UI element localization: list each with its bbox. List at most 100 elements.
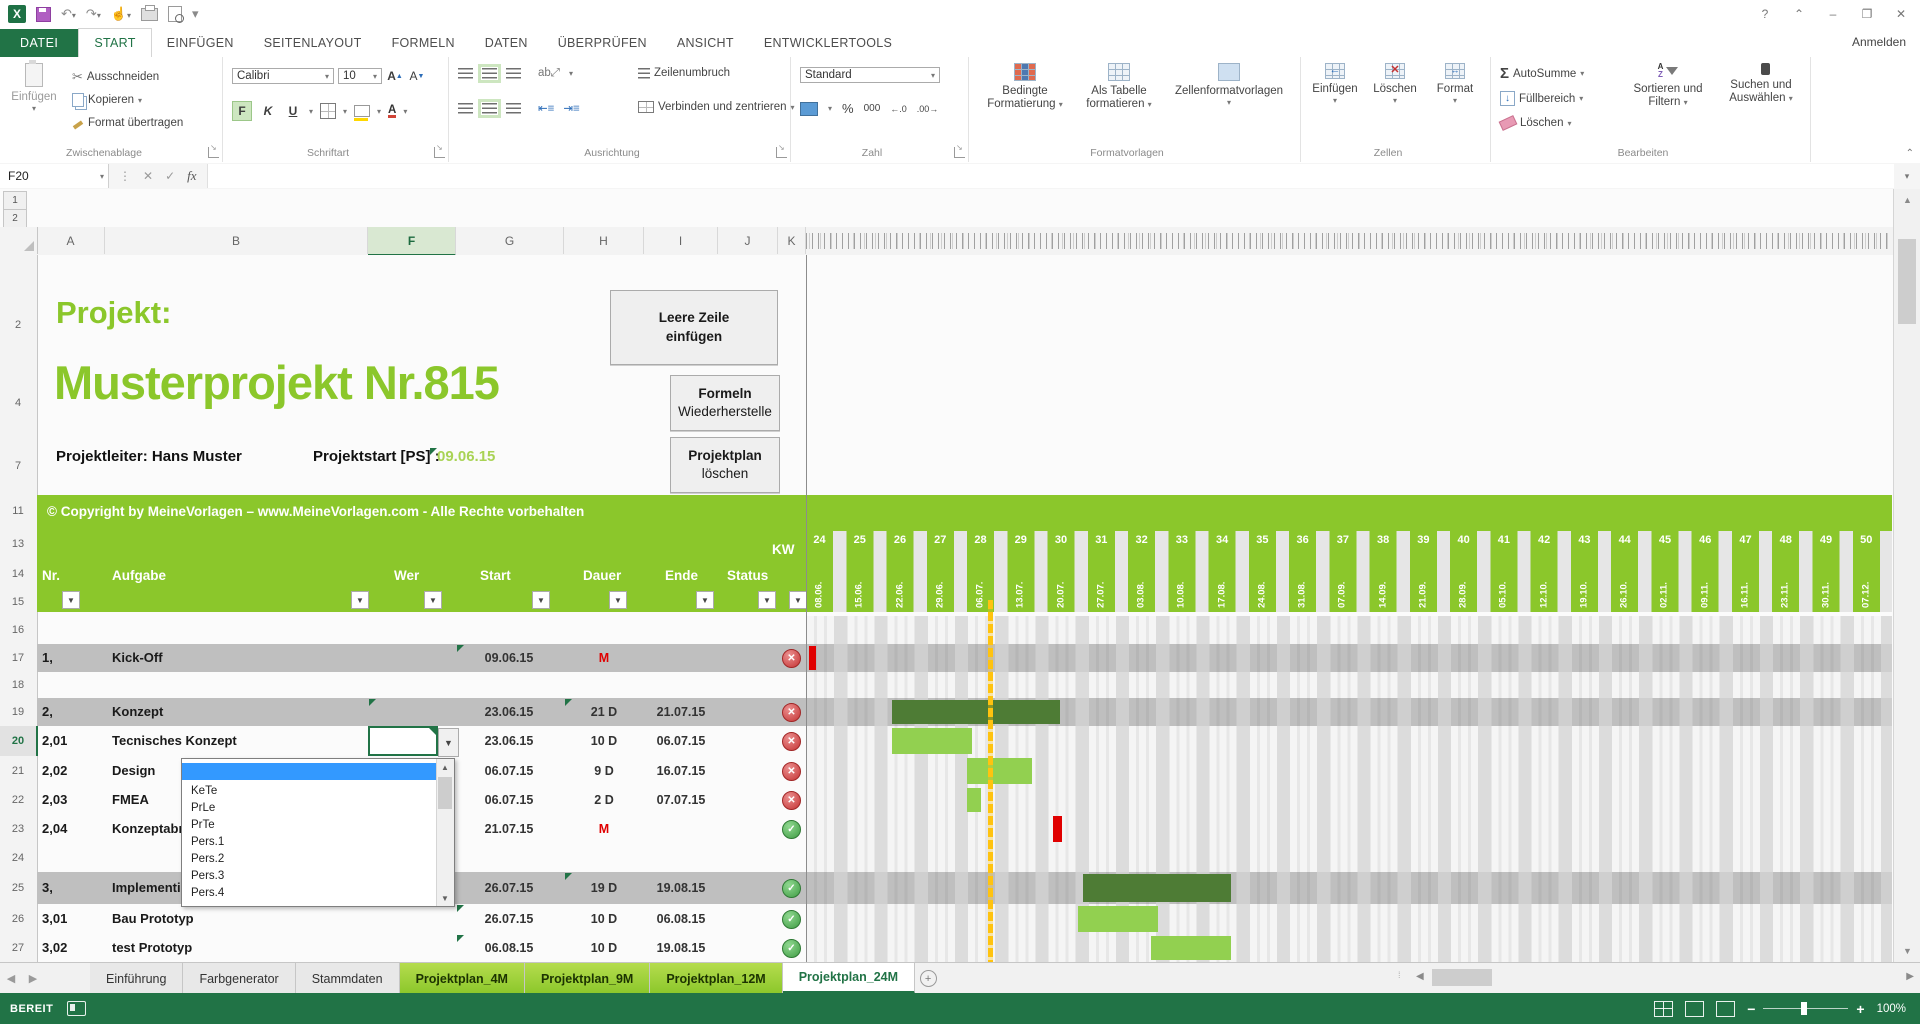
- row-header-25[interactable]: 25: [0, 872, 36, 904]
- gantt-bar-row-27-light[interactable]: [1151, 936, 1231, 960]
- gantt-bar-row-22-light[interactable]: [967, 788, 981, 812]
- column-header-F[interactable]: F: [368, 227, 456, 256]
- qat-customize-icon[interactable]: ▾: [192, 6, 199, 22]
- align-top-icon[interactable]: [458, 68, 473, 79]
- dropdown-item-Pers.3[interactable]: Pers.3: [182, 867, 436, 884]
- decrease-decimal-icon[interactable]: .00→: [917, 104, 939, 114]
- font-family-select[interactable]: Calibri▾: [232, 68, 334, 84]
- tab-entwicklertools[interactable]: ENTWICKLERTOOLS: [749, 29, 907, 57]
- page-break-view-icon[interactable]: [1716, 1001, 1735, 1017]
- increase-decimal-icon[interactable]: ←.0: [890, 104, 907, 114]
- row-header-2[interactable]: 2: [0, 285, 36, 365]
- sheet-tab-Projektplan_4M[interactable]: Projektplan_4M: [400, 963, 525, 994]
- row-header-14[interactable]: 14: [0, 560, 36, 588]
- align-bottom-icon[interactable]: [506, 68, 521, 79]
- fill-color-icon[interactable]: [354, 105, 370, 117]
- paste-button[interactable]: Einfügen▾: [6, 63, 62, 113]
- gantt-bar-row-25-dark[interactable]: [1083, 874, 1231, 902]
- percent-icon[interactable]: %: [842, 101, 854, 116]
- sheet-tab-Einführung[interactable]: Einführung: [90, 963, 183, 994]
- fill-button[interactable]: ↓Füllbereich▾: [1500, 91, 1583, 106]
- delete-cells-button[interactable]: ✕ Löschen▾: [1366, 63, 1424, 105]
- minimize-icon[interactable]: –: [1818, 2, 1848, 26]
- font-color-icon[interactable]: A: [388, 104, 396, 118]
- selected-cell-F20[interactable]: [368, 726, 438, 756]
- sheet-nav-left-icon[interactable]: ◀: [0, 963, 22, 994]
- save-icon[interactable]: [36, 7, 51, 22]
- insert-function-icon[interactable]: fx: [187, 168, 196, 184]
- orientation-icon[interactable]: ab⤢: [538, 67, 560, 80]
- tab-überprüfen[interactable]: ÜBERPRÜFEN: [543, 29, 662, 57]
- insert-cells-button[interactable]: ← Einfügen▾: [1306, 63, 1364, 105]
- tab-einfügen[interactable]: EINFÜGEN: [152, 29, 249, 57]
- tab-daten[interactable]: DATEN: [470, 29, 543, 57]
- scroll-up-icon[interactable]: ▲: [437, 759, 453, 775]
- row-header-21[interactable]: 21: [0, 756, 36, 786]
- help-icon[interactable]: ?: [1750, 2, 1780, 26]
- vertical-scroll-thumb[interactable]: [1898, 239, 1916, 324]
- zoom-in-icon[interactable]: +: [1856, 1001, 1864, 1017]
- align-left-icon[interactable]: [458, 103, 473, 114]
- dropdown-item-selected-blank[interactable]: [182, 763, 436, 780]
- underline-button[interactable]: U: [284, 102, 302, 120]
- italic-button[interactable]: K: [259, 102, 277, 120]
- select-all-corner[interactable]: [0, 227, 38, 254]
- scroll-left-icon[interactable]: ◀: [1416, 971, 1424, 982]
- name-box[interactable]: F20▾: [0, 164, 109, 188]
- sheet-tab-Projektplan_12M[interactable]: Projektplan_12M: [650, 963, 782, 994]
- add-sheet-button[interactable]: +: [915, 963, 941, 994]
- gantt-bar-row-19-dark[interactable]: [892, 700, 1060, 724]
- dropdown-item-PrTe[interactable]: PrTe: [182, 816, 436, 833]
- sheet-tab-Projektplan_24M[interactable]: Projektplan_24M: [783, 963, 915, 994]
- cut-button[interactable]: ✂Ausschneiden: [72, 69, 159, 85]
- insert-blank-row-button[interactable]: Leere Zeileeinfügen: [610, 290, 778, 365]
- row-header-24[interactable]: 24: [0, 844, 36, 872]
- enter-icon[interactable]: ✓: [165, 169, 175, 183]
- redo-icon[interactable]: ↷▾: [86, 6, 101, 22]
- gantt-bar-row-21-light[interactable]: [967, 758, 1032, 784]
- filter-button-F[interactable]: ▼: [424, 591, 442, 609]
- maximize-icon[interactable]: ❐: [1852, 2, 1882, 26]
- horizontal-scrollbar[interactable]: ◀ ▶: [1412, 966, 1920, 989]
- row-header-4[interactable]: 4: [0, 365, 36, 440]
- filter-button-B[interactable]: ▼: [351, 591, 369, 609]
- cancel-icon[interactable]: ✕: [143, 169, 153, 183]
- filter-button-A[interactable]: ▼: [62, 591, 80, 609]
- close-icon[interactable]: ✕: [1886, 2, 1916, 26]
- gantt-bar-row-23-milestone[interactable]: [1053, 816, 1062, 842]
- filter-button-K[interactable]: ▼: [789, 591, 807, 609]
- autosum-button[interactable]: ΣAutoSumme▾: [1500, 65, 1584, 82]
- row-header-26[interactable]: 26: [0, 904, 36, 934]
- quick-print-icon[interactable]: [141, 8, 158, 21]
- row-header-16[interactable]: 16: [0, 616, 36, 644]
- sign-in-link[interactable]: Anmelden: [1852, 35, 1906, 49]
- align-right-icon[interactable]: [506, 103, 521, 114]
- grow-font-icon[interactable]: A▲: [386, 67, 404, 85]
- scroll-up-icon[interactable]: ▲: [1894, 195, 1920, 205]
- shrink-font-icon[interactable]: A▼: [408, 67, 426, 85]
- comma-icon[interactable]: 000: [864, 103, 881, 114]
- sheet-tab-Stammdaten[interactable]: Stammdaten: [296, 963, 400, 994]
- tab-formeln[interactable]: FORMELN: [377, 29, 470, 57]
- row-header-7[interactable]: 7: [0, 440, 36, 492]
- bold-button[interactable]: F: [232, 101, 252, 121]
- column-header-G[interactable]: G: [456, 227, 564, 254]
- number-dialog-launcher-icon[interactable]: [954, 147, 965, 158]
- number-format-select[interactable]: Standard▾: [800, 67, 940, 83]
- dropdown-scrollbar[interactable]: ▲ ▼: [436, 759, 454, 906]
- sheet-tab-Projektplan_9M[interactable]: Projektplan_9M: [525, 963, 650, 994]
- conditional-formatting-button[interactable]: BedingteFormatierung ▾: [980, 63, 1070, 111]
- format-as-table-button[interactable]: Als Tabelleformatieren ▾: [1076, 63, 1162, 111]
- row-header-20[interactable]: 20: [0, 726, 38, 756]
- scroll-right-icon[interactable]: ▶: [1906, 971, 1914, 982]
- align-middle-icon[interactable]: [482, 68, 497, 79]
- row-header-13[interactable]: 13: [0, 527, 36, 560]
- filter-button-J[interactable]: ▼: [758, 591, 776, 609]
- macro-record-icon[interactable]: [67, 1001, 86, 1016]
- dropdown-scroll-thumb[interactable]: [438, 777, 452, 809]
- tab-seitenlayout[interactable]: SEITENLAYOUT: [249, 29, 377, 57]
- dropdown-item-KeTe[interactable]: KeTe: [182, 782, 436, 799]
- zoom-slider[interactable]: [1763, 1008, 1848, 1009]
- normal-view-icon[interactable]: [1654, 1001, 1673, 1017]
- font-size-select[interactable]: 10▾: [338, 68, 382, 84]
